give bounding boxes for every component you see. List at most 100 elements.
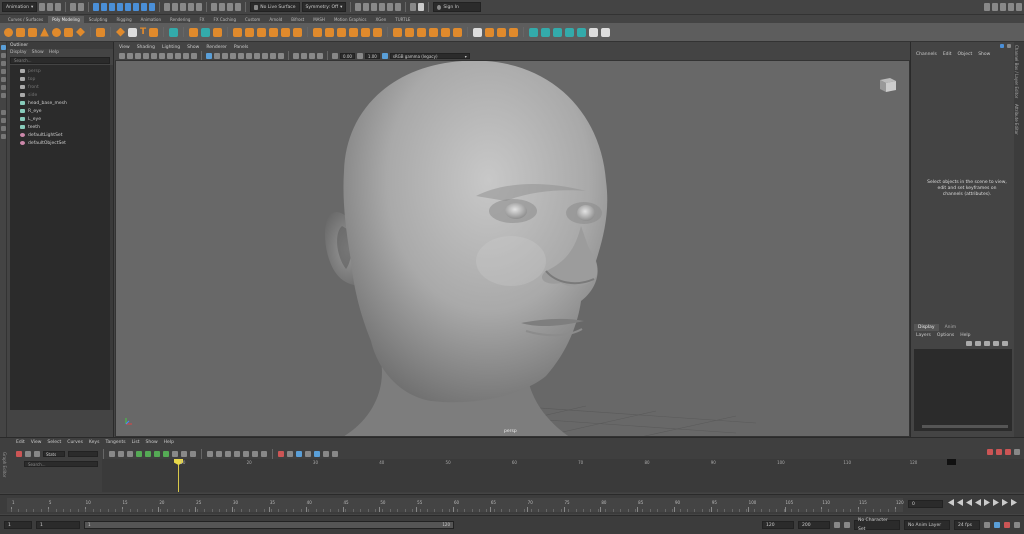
symmetry-dropdown[interactable]: Symmetry: Off ▾	[301, 2, 347, 12]
go-to-start-icon[interactable]	[948, 499, 954, 506]
auto-map-icon[interactable]	[577, 27, 587, 37]
select-edge-icon[interactable]	[125, 3, 132, 11]
menuset-dropdown[interactable]: Animation ▾	[2, 2, 38, 12]
camera-attr-icon[interactable]	[127, 52, 133, 59]
layer-options-icon[interactable]	[1002, 341, 1008, 346]
channel-box-icon[interactable]	[1016, 3, 1022, 11]
outliner-item[interactable]: R_eye	[10, 107, 110, 115]
outliner-scrollbar[interactable]	[110, 65, 113, 410]
outliner-item[interactable]: teeth	[10, 123, 110, 131]
poly-plane-icon[interactable]	[64, 27, 73, 37]
last-tool-icon[interactable]	[1, 93, 6, 98]
edge-loop-icon[interactable]	[429, 27, 439, 37]
select-component-icon[interactable]	[109, 3, 116, 11]
tab-attribute-editor[interactable]: Attribute Editor	[1014, 101, 1019, 138]
light-editor-icon[interactable]	[395, 3, 402, 11]
select-vertex-icon[interactable]	[117, 3, 124, 11]
outliner-item[interactable]: L_eye	[10, 115, 110, 123]
end-time-field[interactable]: 120	[762, 521, 794, 529]
range-options-icon[interactable]	[844, 522, 850, 528]
free-weight-icon[interactable]	[225, 451, 231, 457]
break-tangent-icon[interactable]	[207, 451, 213, 457]
viewport-menu-item[interactable]: Show	[187, 44, 199, 51]
anim-end-field[interactable]: 200	[798, 521, 830, 529]
poly-sphere-icon[interactable]	[4, 27, 13, 37]
graph-editor-menu-item[interactable]: Select	[47, 440, 61, 445]
colorspace-dropdown[interactable]: sRGB gamma (legacy) ▾	[389, 52, 470, 59]
unify-tangent-icon[interactable]	[216, 451, 222, 457]
shelf-tab[interactable]: Custom	[241, 16, 264, 23]
gamma-icon[interactable]	[356, 52, 363, 59]
field-chart-icon[interactable]	[183, 52, 189, 59]
viewport-menu-item[interactable]: Shading	[137, 44, 155, 51]
planar-map-icon[interactable]	[541, 27, 551, 37]
frame-playback-icon[interactable]	[118, 451, 124, 457]
xray-icon[interactable]	[301, 52, 307, 59]
reduce-icon[interactable]	[281, 27, 291, 37]
frame-all-icon[interactable]	[109, 451, 115, 457]
loop-icon[interactable]	[984, 522, 990, 528]
outliner-item[interactable]: top	[10, 75, 110, 83]
viewport-3d[interactable]: persp	[115, 60, 910, 437]
go-to-end-icon[interactable]	[1011, 499, 1017, 506]
graph-editor-menu-item[interactable]: List	[132, 440, 140, 445]
tool-settings-icon[interactable]	[1008, 3, 1014, 11]
sphere-plat-icon[interactable]	[116, 27, 125, 37]
cb-menu-edit[interactable]: Edit	[943, 52, 952, 57]
snapshot-icon[interactable]	[261, 451, 267, 457]
select-tool-icon[interactable]	[1, 45, 6, 50]
graph-editor-menu-item[interactable]: Tangents	[105, 440, 125, 445]
pause-viewport-icon[interactable]	[410, 3, 417, 11]
ambient-occlusion-icon[interactable]	[254, 52, 260, 59]
target-weld-icon[interactable]	[405, 27, 415, 37]
outliner-item[interactable]: head_base_mesh	[10, 99, 110, 107]
gate-mask-icon[interactable]	[175, 52, 181, 59]
backface-icon[interactable]	[317, 52, 323, 59]
layer-menu-options[interactable]: Options	[937, 333, 954, 338]
insert-loop-icon[interactable]	[441, 27, 451, 37]
poly-cube-icon[interactable]	[16, 27, 25, 37]
select-face-icon[interactable]	[133, 3, 140, 11]
extrude-icon[interactable]	[313, 27, 323, 37]
merge-icon[interactable]	[361, 27, 371, 37]
tangent-display-icon[interactable]	[996, 449, 1002, 455]
step-back-key-icon[interactable]	[957, 499, 963, 506]
shelf-tab[interactable]: Motion Graphics	[330, 16, 371, 23]
curve-display-icon[interactable]	[987, 449, 993, 455]
range-lock-icon[interactable]	[834, 522, 840, 528]
shelf-tab[interactable]: XGen	[371, 16, 390, 23]
snap-point-icon[interactable]	[180, 3, 187, 11]
color-management-icon[interactable]	[381, 52, 388, 59]
key-display-icon[interactable]	[1005, 449, 1011, 455]
graph-editor-menu-item[interactable]: Edit	[16, 440, 25, 445]
tab-channel-box[interactable]: Channel Box / Layer Editor	[1014, 42, 1019, 101]
fps-dropdown[interactable]: 24 fps	[954, 520, 980, 530]
bookmark-icon[interactable]	[135, 52, 141, 59]
snap-surface-icon[interactable]	[196, 3, 203, 11]
graph-editor-menu-item[interactable]: Curves	[67, 440, 83, 445]
fill-hole-icon[interactable]	[269, 27, 279, 37]
move-layer-down-icon[interactable]	[975, 341, 981, 346]
construction-history-icon[interactable]	[219, 3, 226, 11]
scale-tool-icon[interactable]	[1, 85, 6, 90]
pre-infinity-icon[interactable]	[296, 451, 302, 457]
auto-tangent-icon[interactable]	[136, 451, 142, 457]
bridge-icon[interactable]	[337, 27, 347, 37]
center-current-icon[interactable]	[127, 451, 133, 457]
flat-tangent-icon[interactable]	[172, 451, 178, 457]
svg-icon[interactable]	[149, 27, 159, 37]
shelf-tab[interactable]: Rigging	[112, 16, 135, 23]
output-ops-icon[interactable]	[235, 3, 242, 11]
use-all-lights-icon[interactable]	[238, 52, 244, 59]
layout-four-icon[interactable]	[1, 118, 6, 123]
cylindrical-map-icon[interactable]	[553, 27, 563, 37]
render-view-icon[interactable]	[387, 3, 394, 11]
cb-menu-object[interactable]: Object	[958, 52, 973, 57]
new-layer-selected-icon[interactable]	[993, 341, 999, 346]
value-field[interactable]	[68, 451, 98, 457]
view-cube[interactable]	[877, 75, 899, 93]
layer-scrollbar[interactable]	[922, 425, 1008, 428]
layer-menu-layers[interactable]: Layers	[916, 333, 931, 338]
offset-loop-icon[interactable]	[453, 27, 463, 37]
combine-icon[interactable]	[189, 27, 199, 37]
